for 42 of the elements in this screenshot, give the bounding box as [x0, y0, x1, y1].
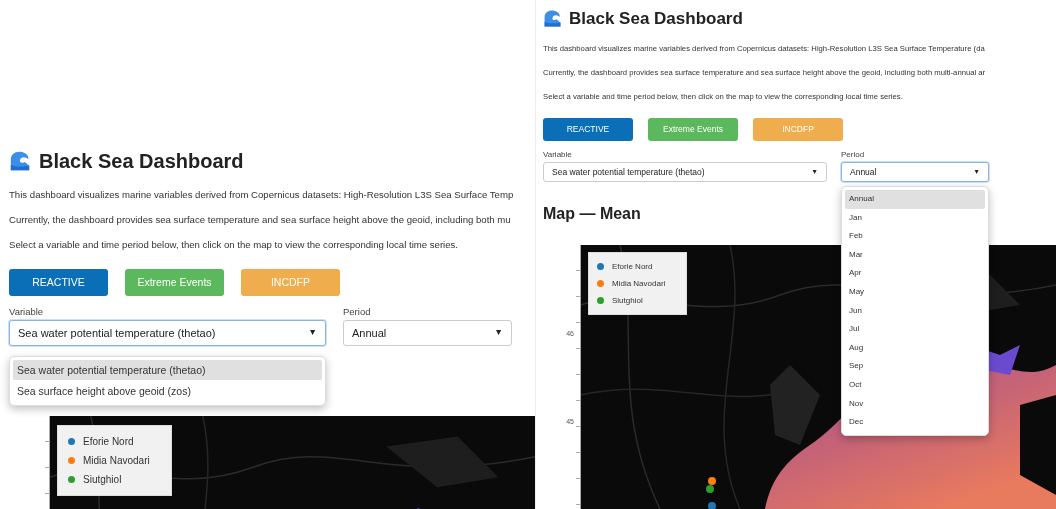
nav-button[interactable]: REACTIVE [543, 118, 633, 141]
field-label: Variable [9, 306, 45, 318]
dropdown-option[interactable]: Jun [845, 301, 985, 321]
legend-label: Siutghiol [83, 473, 122, 487]
dropdown-option[interactable]: Jan [845, 208, 985, 228]
dropdown-option[interactable]: Mar [845, 245, 985, 265]
section-heading: Map — Mean [543, 204, 641, 224]
dropdown-option[interactable]: May [845, 282, 985, 302]
dropdown-option[interactable]: Dec [845, 413, 985, 432]
field-label: Variable [543, 150, 573, 160]
page-title: Black Sea Dashboard [569, 7, 743, 30]
dropdown-option[interactable]: Nov [845, 394, 985, 414]
dropdown-option[interactable]: Aug [845, 338, 985, 358]
dropdown-option[interactable]: Apr [845, 264, 985, 283]
dropdown-option[interactable]: Sea water potential temperature (thetao) [13, 360, 322, 380]
caret-icon: ▼ [494, 326, 503, 340]
dropdown-option[interactable]: Annual [845, 190, 985, 209]
wave-icon [543, 9, 562, 28]
field-label: Period [343, 306, 372, 318]
legend-label: Midia Navodari [612, 278, 666, 290]
field-label: Period [841, 150, 866, 160]
dropdown-option[interactable]: Feb [845, 227, 985, 246]
dropdown-option[interactable]: Oct [845, 375, 985, 395]
legend-label: Midia Navodari [83, 454, 150, 468]
description-text: Select a variable and time period below, then click on the map to view the corresponding local time series. [9, 238, 459, 251]
legend-label: Siutghiol [612, 295, 643, 307]
description-text: This dashboard visualizes marine variables derived from Copernicus datasets: High-Resolution L3S Sea Surface Temp [9, 188, 515, 201]
page-title: Black Sea Dashboard [39, 148, 244, 174]
station-marker[interactable] [708, 502, 716, 509]
dropdown-option[interactable]: Sea surface height above geoid (zos) [13, 381, 322, 401]
description-text: Currently, the dashboard provides sea surface temperature and sea surface height above the geoid, including both mu [9, 213, 512, 226]
legend-label: Eforie Nord [612, 261, 653, 273]
caret-icon: ▼ [308, 326, 317, 340]
station-marker[interactable] [708, 477, 716, 485]
select-field[interactable]: Annual ▼ [343, 320, 512, 346]
wave-icon [9, 149, 31, 172]
dropdown-option[interactable]: Sep [845, 357, 985, 376]
dropdown-option[interactable]: Jul [845, 320, 985, 339]
select-field[interactable]: Sea water potential temperature (thetao) ▼ [9, 320, 326, 346]
legend-label: Eforie Nord [83, 435, 134, 449]
nav-button[interactable]: REACTIVE [9, 269, 108, 296]
station-marker[interactable] [706, 485, 714, 493]
